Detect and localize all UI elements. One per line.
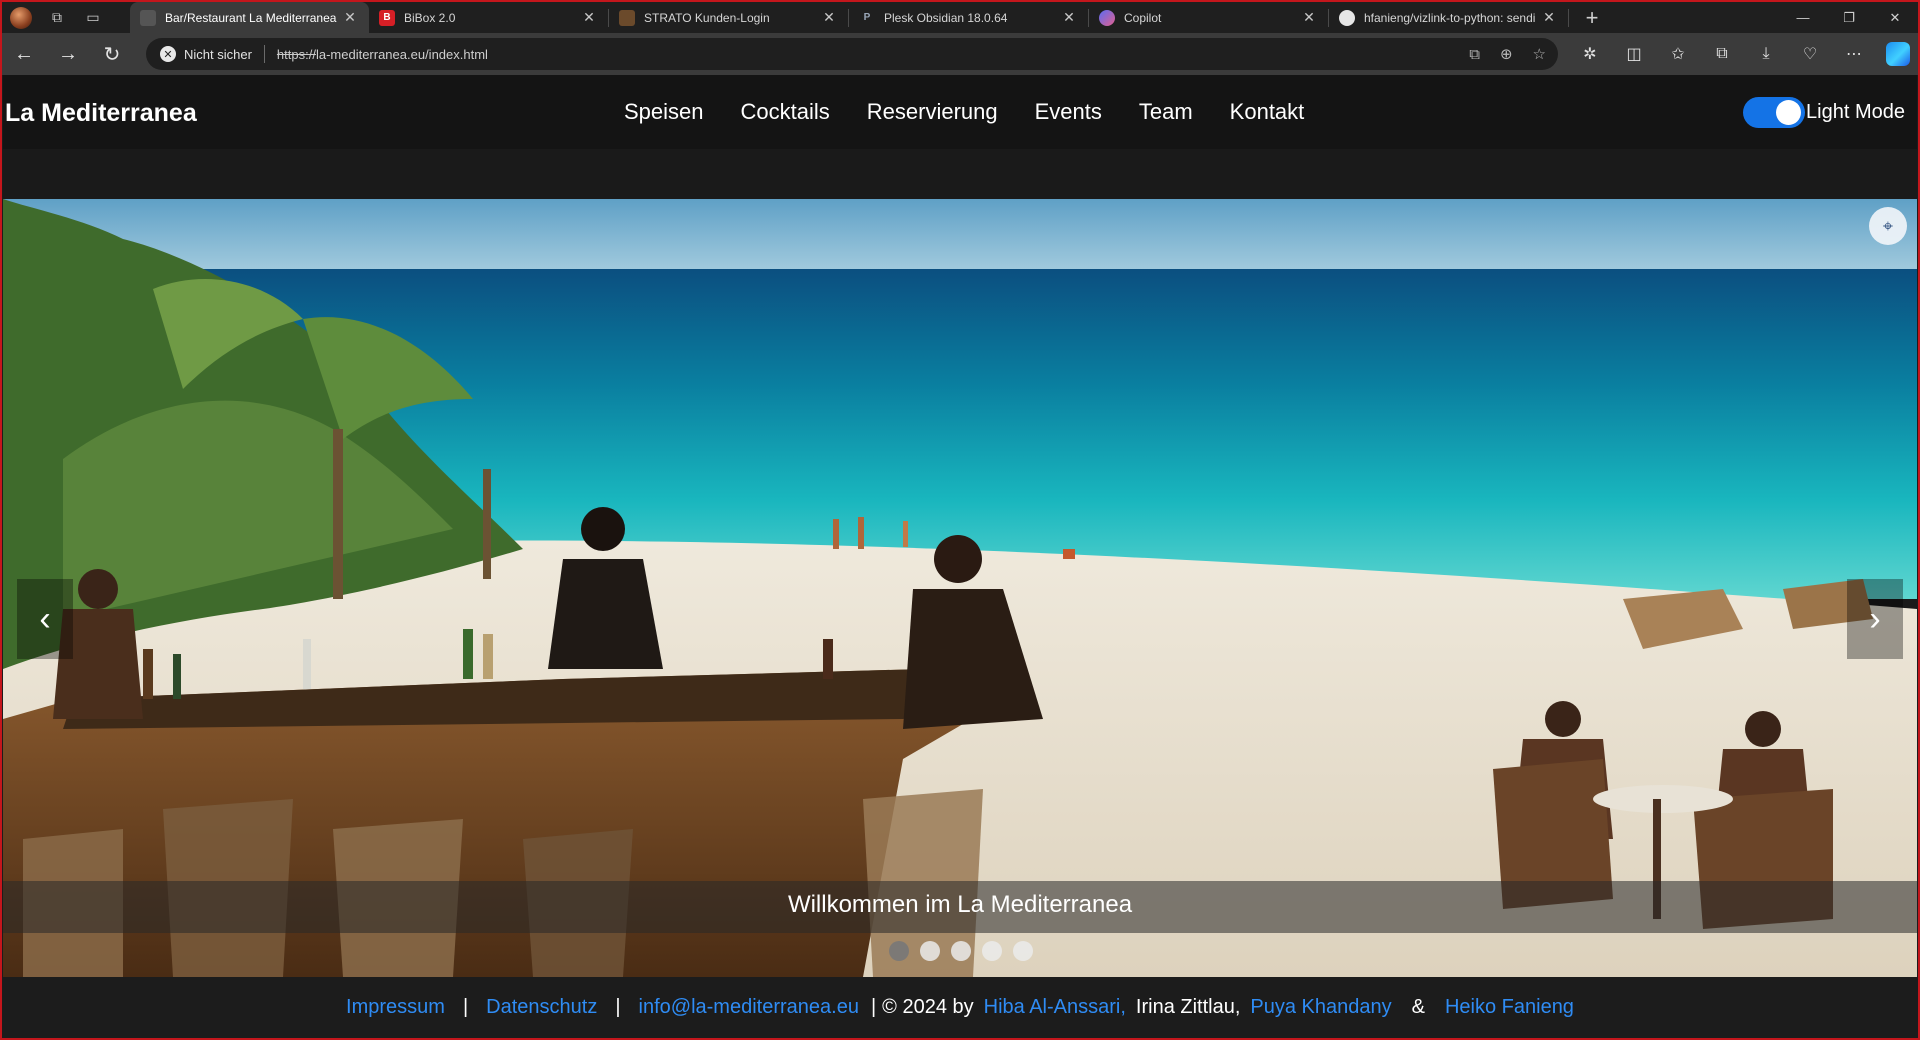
tab-title: BiBox 2.0 (404, 10, 456, 25)
impressum-link[interactable]: Impressum (346, 996, 445, 1019)
address-bar[interactable]: ✕ Nicht sicher https://la-mediterranea.e… (146, 38, 1558, 70)
web-page: La Mediterranea Speisen Cocktails Reserv… (3, 75, 1917, 1037)
tab-strato[interactable]: STRATO Kunden-Login ✕ (609, 2, 848, 33)
tab-actions-icon[interactable]: ▭ (82, 7, 104, 29)
plesk-icon: P (863, 12, 871, 23)
not-secure-icon[interactable]: ✕ (160, 46, 176, 62)
nav-reservierung[interactable]: Reservierung (867, 99, 998, 125)
close-tab-icon[interactable]: ✕ (580, 9, 598, 26)
copilot-icon (1099, 9, 1115, 26)
url-scheme: https:// (276, 46, 316, 62)
downloads-icon[interactable]: ⤓ (1744, 45, 1788, 63)
site-navbar: La Mediterranea Speisen Cocktails Reserv… (3, 75, 1917, 149)
nav-speisen[interactable]: Speisen (624, 99, 704, 125)
copilot-sidebar-icon[interactable] (1886, 42, 1910, 66)
forward-icon[interactable]: → (46, 33, 90, 75)
profile-avatar[interactable] (10, 6, 32, 29)
collections-icon[interactable]: ⧉ (1700, 45, 1744, 63)
light-mode-label[interactable]: Light Mode (1806, 101, 1905, 124)
ampersand: & (1411, 995, 1425, 1018)
main-menu: Speisen Cocktails Reservierung Events Te… (624, 99, 1304, 125)
tab-active[interactable]: Bar/Restaurant La Mediterranea ✕ (130, 2, 369, 33)
tab-title: Copilot (1124, 10, 1162, 25)
carousel-indicator[interactable] (982, 941, 1002, 961)
site-brand[interactable]: La Mediterranea (5, 99, 197, 128)
tab-bibox[interactable]: B BiBox 2.0 ✕ (369, 2, 608, 33)
tab-title: Plesk Obsidian 18.0.64 (884, 10, 1008, 25)
carousel-indicator[interactable] (951, 941, 971, 961)
carousel-indicators (3, 941, 1917, 961)
close-window-icon[interactable]: ✕ (1872, 2, 1918, 33)
favorite-star-icon[interactable]: ☆ (1533, 45, 1546, 63)
zoom-icon[interactable]: ⊕ (1500, 45, 1513, 63)
author-link-heiko[interactable]: Heiko Fanieng (1445, 996, 1574, 1019)
page-icon (140, 9, 156, 26)
github-icon (1339, 9, 1355, 26)
close-tab-icon[interactable]: ✕ (1300, 9, 1318, 26)
footer-separator: | (870, 995, 877, 1018)
favorites-icon[interactable]: ✩ (1656, 44, 1700, 64)
tab-title: hfanieng/vizlink-to-python: sendi (1364, 10, 1536, 25)
carousel-indicator[interactable] (889, 941, 909, 961)
author-irina: Irina Zittlau, (1135, 995, 1241, 1018)
site-footer: Impressum | Datenschutz | info@la-medite… (3, 977, 1917, 1037)
tab-strip: ⧉ ▭ Bar/Restaurant La Mediterranea ✕ B B… (2, 2, 1918, 33)
visual-search-icon[interactable]: ⌖ (1869, 207, 1907, 245)
nav-kontakt[interactable]: Kontakt (1230, 99, 1305, 125)
nav-cocktails[interactable]: Cocktails (741, 99, 830, 125)
bibox-icon: B (379, 9, 395, 26)
new-tab-button[interactable]: + (1577, 2, 1607, 33)
more-menu-icon[interactable]: ⋯ (1832, 44, 1876, 64)
email-link[interactable]: info@la-mediterranea.eu (639, 996, 859, 1019)
author-link-hiba[interactable]: Hiba Al-Anssari, (984, 996, 1126, 1019)
tab-title: STRATO Kunden-Login (644, 10, 770, 25)
datenschutz-link[interactable]: Datenschutz (486, 996, 597, 1019)
reload-icon[interactable]: ↻ (90, 33, 134, 75)
carousel-indicator[interactable] (1013, 941, 1033, 961)
url-text[interactable]: https://la-mediterranea.eu/index.html (277, 47, 488, 62)
browser-toolbar: ← → ↻ ✕ Nicht sicher https://la-mediterr… (2, 33, 1918, 75)
copyright-text: © 2024 by (882, 995, 974, 1018)
browser-essentials-icon[interactable]: ♡ (1788, 44, 1832, 64)
split-screen-icon[interactable]: ◫ (1612, 44, 1656, 64)
nav-team[interactable]: Team (1139, 99, 1193, 125)
url-path: la-mediterranea.eu/index.html (315, 46, 488, 62)
tab-title: Bar/Restaurant La Mediterranea (165, 10, 337, 25)
nav-events[interactable]: Events (1035, 99, 1102, 125)
footer-separator: | (462, 995, 469, 1018)
carousel-indicator[interactable] (920, 941, 940, 961)
close-tab-icon[interactable]: ✕ (1060, 9, 1078, 26)
close-tab-icon[interactable]: ✕ (1540, 9, 1558, 26)
theme-switch: Light Mode (1743, 97, 1905, 128)
beach-bar-image (3, 199, 1917, 977)
tab-github[interactable]: hfanieng/vizlink-to-python: sendi ✕ (1329, 2, 1568, 33)
carousel-prev-button[interactable]: ‹ (17, 579, 73, 659)
toolbar-icons: ✲ ◫ ✩ ⧉ ⤓ ♡ ⋯ (1568, 33, 1910, 75)
security-label[interactable]: Nicht sicher (184, 47, 252, 62)
spacer-bar (3, 149, 1917, 199)
caption-band: Willkommen im La Mediterranea (3, 881, 1917, 933)
close-tab-icon[interactable]: ✕ (820, 9, 838, 26)
tab-plesk[interactable]: P Plesk Obsidian 18.0.64 ✕ (849, 2, 1088, 33)
open-in-app-icon[interactable]: ⧉ (1469, 46, 1480, 63)
back-icon[interactable]: ← (2, 33, 46, 75)
minimize-icon[interactable]: — (1780, 2, 1826, 33)
light-mode-toggle[interactable] (1743, 97, 1806, 128)
restore-icon[interactable]: ❐ (1826, 2, 1872, 33)
strato-icon (619, 9, 635, 26)
extensions-icon[interactable]: ✲ (1568, 44, 1612, 64)
window-controls: — ❐ ✕ (1780, 2, 1918, 33)
workspaces-icon[interactable]: ⧉ (46, 7, 68, 29)
author-link-puya[interactable]: Puya Khandany (1250, 996, 1391, 1019)
footer-separator: | (615, 995, 621, 1018)
tab-copilot[interactable]: Copilot ✕ (1089, 2, 1328, 33)
hero-carousel: ⌖ ‹ › Willkommen im La Mediterranea (3, 199, 1917, 977)
close-tab-icon[interactable]: ✕ (341, 9, 359, 26)
carousel-caption: Willkommen im La Mediterranea (787, 891, 1133, 918)
toggle-knob (1776, 100, 1802, 125)
carousel-next-button[interactable]: › (1847, 579, 1903, 659)
